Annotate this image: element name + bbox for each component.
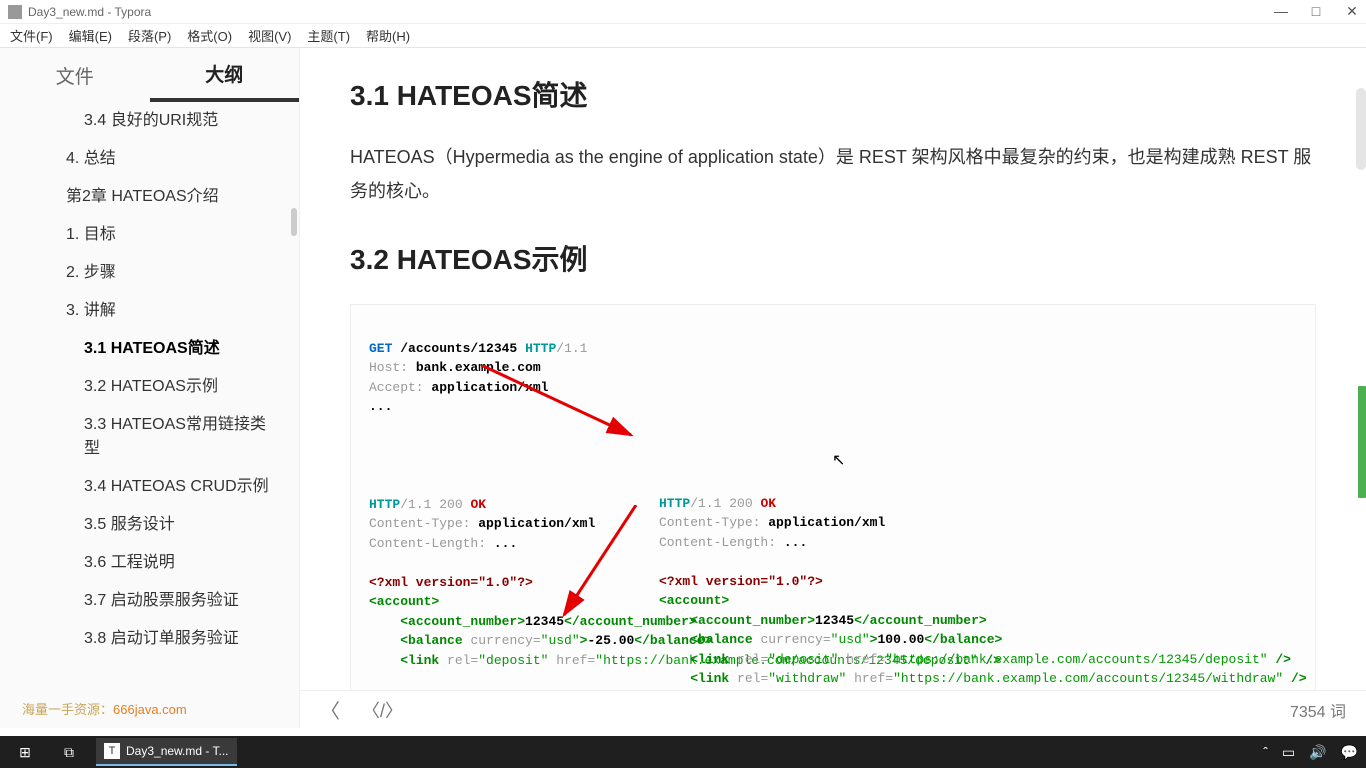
watermark: 海量一手资源：666java.com bbox=[22, 699, 187, 718]
outline-item[interactable]: 3.8 启动订单服务验证 bbox=[0, 620, 299, 658]
mouse-cursor-icon: ↖ bbox=[832, 450, 845, 470]
paragraph: HATEOAS（Hypermedia as the engine of appl… bbox=[350, 140, 1316, 208]
system-tray[interactable]: ˆ ▭ 🔊 💬 bbox=[1263, 744, 1358, 761]
outline-item[interactable]: 3. 讲解 bbox=[0, 292, 299, 330]
outline-item[interactable]: 3.3 HATEOAS常用链接类型 bbox=[0, 406, 299, 468]
outline-item[interactable]: 4. 总结 bbox=[0, 140, 299, 178]
menu-format[interactable]: 格式(O) bbox=[187, 26, 232, 45]
outline-item[interactable]: 2. 步骤 bbox=[0, 254, 299, 292]
tray-network-icon[interactable]: ▭ bbox=[1282, 744, 1295, 761]
scroll-marker bbox=[1358, 386, 1366, 498]
outline-item[interactable]: 3.4 良好的URI规范 bbox=[0, 102, 299, 140]
outline-item-active[interactable]: 3.1 HATEOAS简述 bbox=[0, 330, 299, 368]
editor-area[interactable]: 3.1 HATEOAS简述 HATEOAS（Hypermedia as the … bbox=[300, 48, 1366, 728]
outline-item[interactable]: 第2章 HATEOAS介绍 bbox=[0, 178, 299, 216]
tab-files[interactable]: 文件 bbox=[0, 48, 150, 102]
titlebar: Day3_new.md - Typora — □ ✕ bbox=[0, 0, 1366, 24]
minimize-button[interactable]: — bbox=[1274, 3, 1286, 20]
windows-taskbar: ⊞ ⧉ T Day3_new.md - T... ˆ ▭ 🔊 💬 bbox=[0, 736, 1366, 768]
menu-view[interactable]: 视图(V) bbox=[248, 26, 291, 45]
tab-outline[interactable]: 大纲 bbox=[150, 48, 300, 102]
outline-item[interactable]: 3.5 服务设计 bbox=[0, 506, 299, 544]
menu-edit[interactable]: 编辑(E) bbox=[69, 26, 112, 45]
sidebar: 文件 大纲 3.4 良好的URI规范 4. 总结 第2章 HATEOAS介绍 1… bbox=[0, 48, 300, 728]
source-code-button[interactable]: 〈/〉 bbox=[362, 697, 403, 723]
outline-item[interactable]: 3.4 HATEOAS CRUD示例 bbox=[0, 468, 299, 506]
taskbar-app-typora[interactable]: T Day3_new.md - T... bbox=[96, 738, 237, 766]
heading-3-2: 3.2 HATEOAS示例 bbox=[350, 238, 1316, 278]
menu-paragraph[interactable]: 段落(P) bbox=[128, 26, 171, 45]
app-icon bbox=[8, 5, 22, 19]
tray-notifications-icon[interactable]: 💬 bbox=[1341, 744, 1358, 761]
menu-file[interactable]: 文件(F) bbox=[10, 26, 53, 45]
back-button[interactable]: 〈 bbox=[320, 695, 340, 724]
window-title: Day3_new.md - Typora bbox=[28, 5, 151, 19]
editor-scrollbar[interactable] bbox=[1356, 48, 1366, 728]
outline-item[interactable]: 3.2 HATEOAS示例 bbox=[0, 368, 299, 406]
scrollbar-thumb[interactable] bbox=[1356, 88, 1366, 170]
statusbar: 〈 〈/〉 7354 词 bbox=[300, 690, 1366, 728]
outline-list[interactable]: 3.4 良好的URI规范 4. 总结 第2章 HATEOAS介绍 1. 目标 2… bbox=[0, 102, 299, 728]
outline-item[interactable]: 3.7 启动股票服务验证 bbox=[0, 582, 299, 620]
outline-item[interactable]: 3.6 工程说明 bbox=[0, 544, 299, 582]
menubar: 文件(F) 编辑(E) 段落(P) 格式(O) 视图(V) 主题(T) 帮助(H… bbox=[0, 24, 1366, 48]
outline-scrollbar-thumb[interactable] bbox=[291, 208, 297, 236]
menu-help[interactable]: 帮助(H) bbox=[366, 26, 410, 45]
start-button[interactable]: ⊞ bbox=[8, 738, 42, 766]
tray-volume-icon[interactable]: 🔊 bbox=[1309, 744, 1326, 761]
code-example-image: GET /accounts/12345 HTTP/1.1 Host: bank.… bbox=[350, 304, 1316, 728]
close-button[interactable]: ✕ bbox=[1346, 3, 1358, 20]
task-view-button[interactable]: ⧉ bbox=[52, 738, 86, 766]
menu-theme[interactable]: 主题(T) bbox=[307, 26, 350, 45]
tray-chevron-icon[interactable]: ˆ bbox=[1263, 744, 1268, 760]
word-count[interactable]: 7354 词 bbox=[1290, 698, 1346, 722]
outline-item[interactable]: 1. 目标 bbox=[0, 216, 299, 254]
maximize-button[interactable]: □ bbox=[1310, 3, 1322, 20]
heading-3-1: 3.1 HATEOAS简述 bbox=[350, 74, 1316, 114]
